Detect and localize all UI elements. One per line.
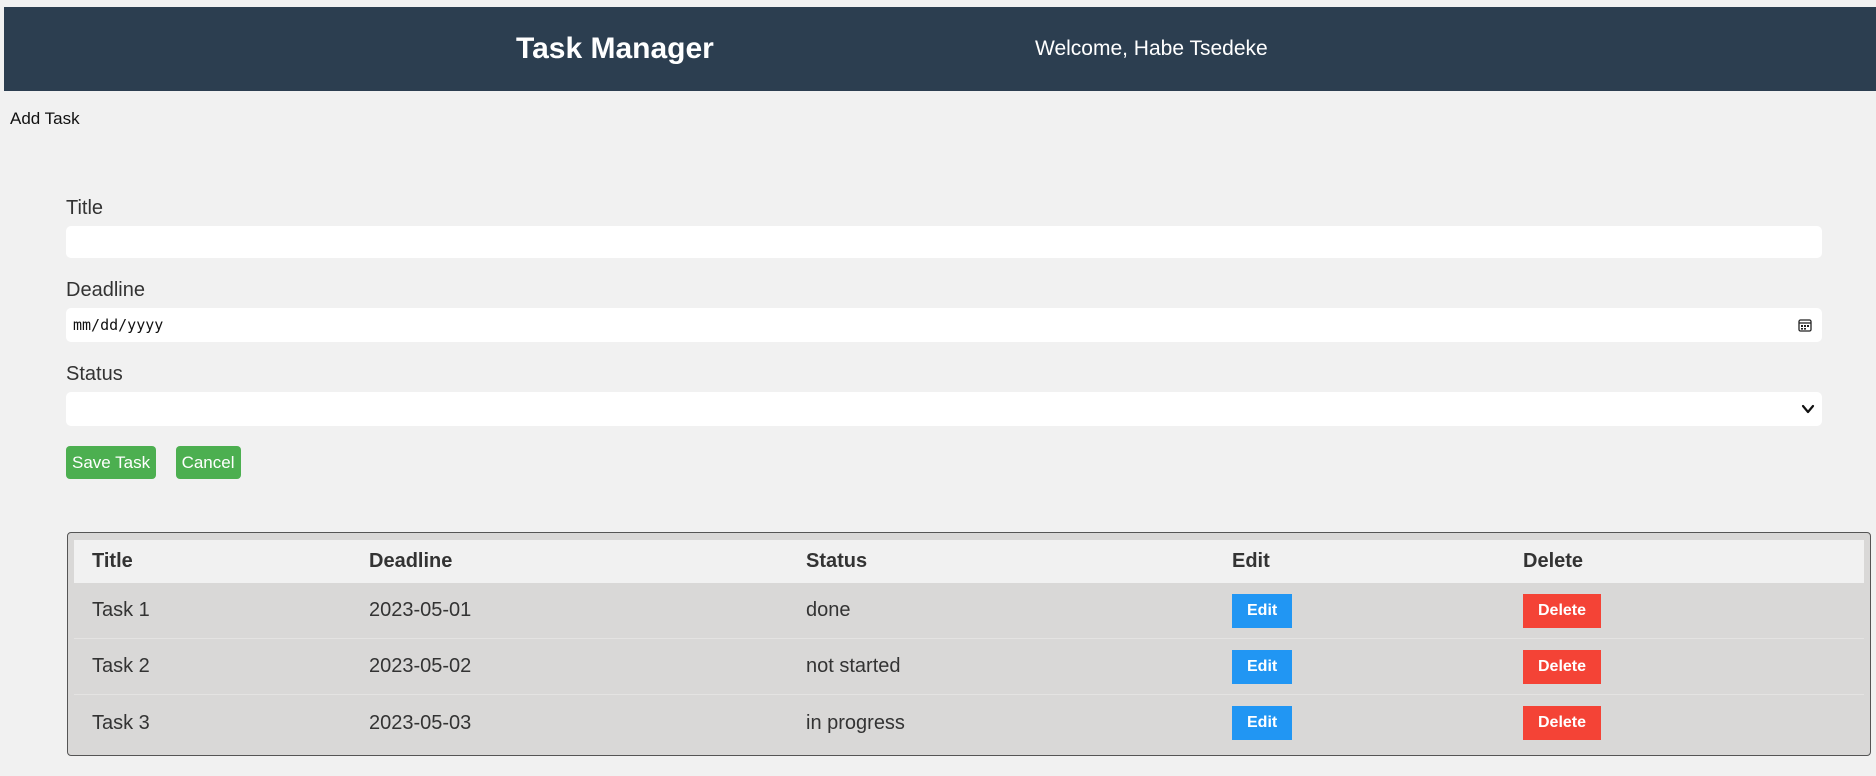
tasks-table: Title Deadline Status Edit Delete Task 1… <box>67 532 1871 756</box>
add-task-link[interactable]: Add Task <box>10 109 80 129</box>
cancel-button[interactable]: Cancel <box>175 446 241 479</box>
column-header-status: Status <box>806 550 868 572</box>
edit-button[interactable]: Edit <box>1232 593 1293 628</box>
delete-button[interactable]: Delete <box>1523 649 1602 684</box>
deadline-input[interactable]: mm/dd/yyyy <box>66 308 1822 342</box>
delete-cell: Delete <box>1523 639 1602 694</box>
column-header-deadline: Deadline <box>369 550 453 572</box>
table-row: Task 3 2023-05-03 in progress Edit Delet… <box>74 695 1864 751</box>
delete-cell: Delete <box>1523 583 1602 638</box>
status-label: Status <box>66 363 123 385</box>
chevron-down-icon <box>1801 404 1815 414</box>
edit-cell: Edit <box>1232 639 1293 694</box>
title-label: Title <box>66 197 104 219</box>
delete-cell: Delete <box>1523 695 1602 751</box>
task-deadline-cell: 2023-05-01 <box>369 599 472 621</box>
task-title-cell: Task 3 <box>92 711 150 734</box>
task-status-cell: done <box>806 599 851 621</box>
task-title-cell: Task 1 <box>92 599 150 621</box>
deadline-label: Deadline <box>66 279 145 301</box>
column-header-delete: Delete <box>1523 550 1584 572</box>
edit-cell: Edit <box>1232 583 1293 638</box>
task-status-cell: not started <box>806 655 901 677</box>
form-actions: Save Task Cancel <box>66 446 1822 480</box>
task-status-cell: in progress <box>806 711 905 734</box>
task-form: Title Deadline mm/dd/yyyy Status Save Ta… <box>66 196 1822 480</box>
delete-button[interactable]: Delete <box>1523 593 1602 628</box>
task-deadline-cell: 2023-05-02 <box>369 655 472 677</box>
status-select[interactable] <box>66 392 1822 426</box>
table-header-row: Title Deadline Status Edit Delete <box>74 540 1864 583</box>
save-task-button[interactable]: Save Task <box>66 446 157 479</box>
edit-button[interactable]: Edit <box>1232 706 1293 740</box>
column-header-title: Title <box>92 550 133 572</box>
edit-cell: Edit <box>1232 695 1293 751</box>
calendar-icon[interactable] <box>1798 318 1812 332</box>
task-deadline-cell: 2023-05-03 <box>369 711 472 734</box>
edit-button[interactable]: Edit <box>1232 649 1293 684</box>
app-header: Task Manager Welcome, Habe Tsedeke <box>4 7 1876 91</box>
deadline-placeholder: mm/dd/yyyy <box>73 316 164 334</box>
table-row: Task 2 2023-05-02 not started Edit Delet… <box>74 639 1864 695</box>
delete-button[interactable]: Delete <box>1523 706 1602 740</box>
task-title-cell: Task 2 <box>92 655 150 677</box>
app-title: Task Manager <box>516 32 714 65</box>
welcome-message: Welcome, Habe Tsedeke <box>1035 37 1268 60</box>
title-input[interactable] <box>66 226 1822 258</box>
table-row: Task 1 2023-05-01 done Edit Delete <box>74 583 1864 639</box>
title-field-container <box>66 226 1822 258</box>
column-header-edit: Edit <box>1232 550 1270 572</box>
